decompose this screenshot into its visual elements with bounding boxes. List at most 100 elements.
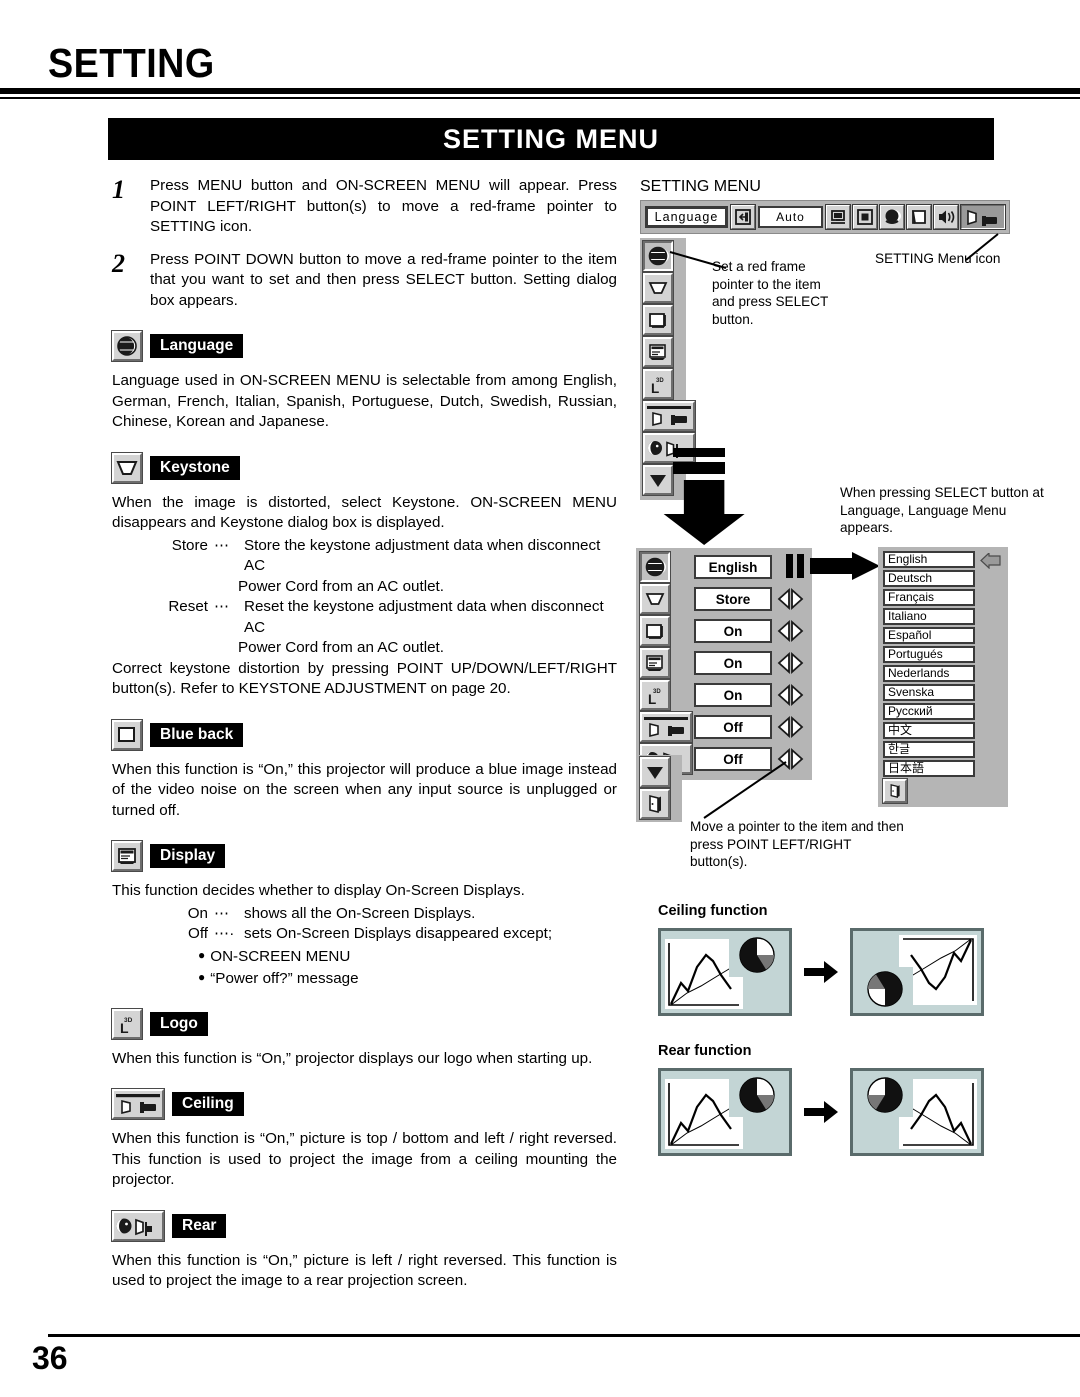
keystone-reset-key: Reset	[168, 598, 208, 615]
image-adjust-icon[interactable]	[906, 204, 932, 230]
osd-heading: SETTING MENU	[640, 178, 761, 195]
section-label-blue-back: Blue back	[150, 722, 244, 747]
setting-icon[interactable]	[960, 204, 1006, 230]
language-option-svenska[interactable]: Svenska	[883, 684, 975, 701]
keystone-icon[interactable]	[642, 272, 674, 304]
menu-language-field[interactable]: Language	[645, 206, 728, 228]
dialog-row-display[interactable]: On	[639, 647, 806, 679]
display-on-value: shows all the On-Screen Displays.	[244, 904, 476, 922]
blueback-icon[interactable]	[642, 304, 674, 336]
bullet-dot-icon: ●	[198, 969, 206, 984]
exit-door-icon[interactable]	[882, 778, 908, 804]
keystone-store-value: Store the keystone adjustment data when …	[244, 536, 601, 575]
language-option-japanese[interactable]: 日本語	[883, 760, 975, 777]
left-pointer-icon	[980, 552, 1001, 569]
section-body-language: Language used in ON-SCREEN MENU is selec…	[112, 372, 617, 430]
keystone-store-dots: ⋯	[214, 536, 230, 554]
display-off-dots: ⋯·	[214, 925, 235, 942]
callout-text-left: Set a red frame pointer to the item and …	[712, 259, 829, 327]
blueback-icon[interactable]	[639, 615, 671, 647]
language-option-chinese[interactable]: 中文	[883, 722, 975, 739]
left-right-arrows-icon[interactable]	[776, 715, 806, 739]
display-icon[interactable]	[642, 336, 674, 368]
ceiling-illustration	[658, 928, 984, 1016]
header-rule-thin	[0, 97, 1080, 99]
section-body-blue-back: When this function is “On,” this project…	[112, 760, 617, 819]
ceiling-icon[interactable]	[642, 400, 696, 432]
down-arrow-icon	[663, 448, 745, 545]
rear-icon	[111, 1209, 165, 1242]
color-adjust-icon[interactable]	[879, 204, 905, 230]
exit-door-icon[interactable]	[639, 788, 671, 820]
display-bullet-2: ● “Power off?” message	[198, 967, 617, 989]
dialog-row-logo[interactable]: 3D L On	[639, 679, 806, 711]
language-option-deutsch[interactable]: Deutsch	[883, 570, 975, 587]
section-body-ceiling: When this function is “On,” picture is t…	[112, 1130, 617, 1188]
sound-icon[interactable]	[933, 204, 959, 230]
osd-language-menu[interactable]: English Deutsch Français Italiano Españo…	[878, 547, 1008, 807]
menu-auto-field[interactable]: Auto	[757, 206, 823, 228]
dialog-value-logo[interactable]: On	[694, 683, 772, 707]
language-option-francais[interactable]: Français	[883, 589, 975, 606]
scroll-down-icon[interactable]	[639, 756, 671, 788]
keystone-icon[interactable]	[639, 583, 671, 615]
input-icon[interactable]	[729, 204, 756, 230]
language-option-korean[interactable]: 한글	[883, 741, 975, 758]
section-header-blue-back: Blue back	[111, 718, 617, 751]
osd-dialog-footer-icons[interactable]	[636, 755, 682, 822]
language-menu-row-0[interactable]: English	[883, 551, 1002, 570]
section-header-display: Display	[111, 840, 617, 872]
language-option-russian[interactable]: Русский	[883, 703, 975, 720]
pc-system-icon[interactable]	[825, 204, 851, 230]
section-label-keystone: Keystone	[150, 455, 240, 480]
language-option-english[interactable]: English	[883, 551, 975, 568]
display-off-key: Off	[188, 925, 208, 942]
right-arrow-icon	[786, 552, 880, 580]
section-banner: SETTING MENU	[108, 118, 994, 160]
dialog-value-language[interactable]: English	[694, 555, 772, 579]
section-label-language: Language	[150, 334, 244, 358]
keystone-store-key: Store	[171, 536, 208, 554]
callout-text-move: Move a pointer to the item and then pres…	[690, 819, 904, 869]
display-icon[interactable]	[639, 647, 671, 679]
logo-icon[interactable]: 3D L	[639, 679, 671, 711]
keystone-reset-dots: ⋯	[214, 598, 230, 615]
dialog-row-blue-back[interactable]: On	[639, 615, 806, 647]
dialog-row-ceiling[interactable]: Off	[639, 711, 806, 743]
dialog-value-display[interactable]: On	[694, 651, 772, 675]
image-select-icon[interactable]	[852, 204, 878, 230]
rear-before-screen	[658, 1068, 792, 1156]
dialog-value-blue-back[interactable]: On	[694, 619, 772, 643]
section-label-display: Display	[150, 844, 226, 868]
display-bullet-1-text: ON-SCREEN MENU	[210, 947, 351, 965]
language-option-espanol[interactable]: Español	[883, 627, 975, 644]
svg-text:L: L	[648, 692, 656, 707]
left-right-arrows-icon[interactable]	[776, 619, 806, 643]
left-right-arrows-icon[interactable]	[776, 651, 806, 675]
dialog-value-ceiling[interactable]: Off	[694, 715, 772, 739]
globe-icon	[111, 330, 143, 362]
step-2-text: Press POINT DOWN button to move a red-fr…	[150, 250, 617, 309]
left-right-arrows-icon[interactable]	[776, 587, 806, 611]
ceiling-after-screen	[850, 928, 984, 1016]
language-option-portugues[interactable]: Portugués	[883, 646, 975, 663]
section-body-rear: When this function is “On,” picture is l…	[112, 1251, 617, 1290]
section-header-language: Language	[111, 330, 617, 362]
logo-icon[interactable]: 3D L	[642, 368, 674, 400]
language-option-italiano[interactable]: Italiano	[883, 608, 975, 625]
logo-icon: 3D L	[111, 1007, 143, 1040]
ceiling-icon[interactable]	[639, 711, 693, 743]
display-on-row: On ⋯ shows all the On-Screen Displays.	[150, 904, 617, 925]
ceiling-illustration-title: Ceiling function	[658, 903, 768, 919]
left-right-arrows-icon[interactable]	[776, 683, 806, 707]
dialog-value-keystone[interactable]: Store	[694, 587, 772, 611]
globe-icon[interactable]	[639, 551, 671, 583]
transform-arrow-icon	[804, 1101, 838, 1123]
dialog-row-language[interactable]: English	[639, 551, 806, 583]
language-option-nederlands[interactable]: Nederlands	[883, 665, 975, 682]
transform-arrow-icon	[804, 961, 838, 983]
section-body-display: This function decides whether to display…	[112, 882, 525, 899]
section-label-rear: Rear	[172, 1213, 227, 1238]
osd-menu-bar[interactable]: Language Auto	[640, 200, 1010, 234]
dialog-row-keystone[interactable]: Store	[639, 583, 806, 615]
